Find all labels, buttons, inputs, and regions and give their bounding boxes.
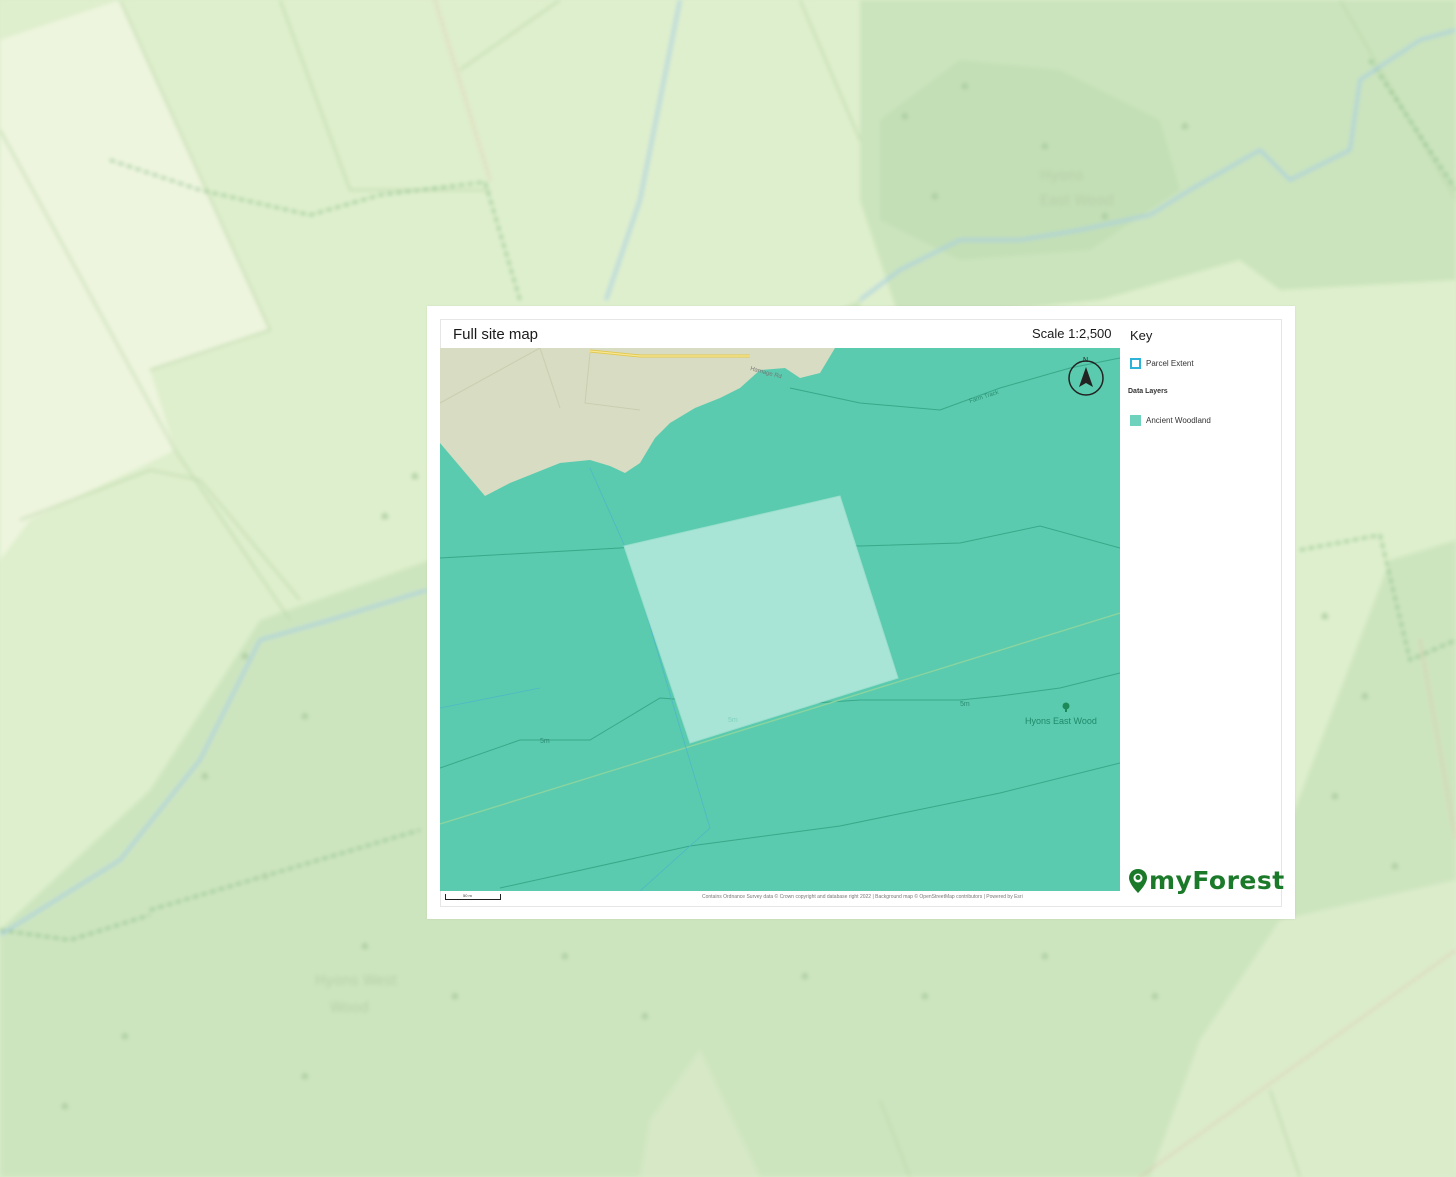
brand-name: myForest xyxy=(1149,866,1285,895)
svg-text:N: N xyxy=(1083,357,1088,364)
svg-text:♠: ♠ xyxy=(300,710,310,723)
north-arrow-icon: N xyxy=(1068,357,1104,396)
svg-text:♠: ♠ xyxy=(120,1030,130,1043)
svg-text:♠: ♠ xyxy=(1330,790,1340,803)
svg-text:♠: ♠ xyxy=(800,970,810,983)
svg-text:♠: ♠ xyxy=(930,190,940,203)
svg-text:♠: ♠ xyxy=(60,1100,70,1113)
svg-text:♠: ♠ xyxy=(300,1070,310,1083)
svg-text:♠: ♠ xyxy=(560,950,570,963)
svg-text:♠: ♠ xyxy=(1040,950,1050,963)
svg-text:♠: ♠ xyxy=(920,990,930,1003)
svg-text:♠: ♠ xyxy=(360,940,370,953)
svg-text:♠: ♠ xyxy=(260,870,270,883)
svg-text:♠: ♠ xyxy=(640,1010,650,1023)
svg-text:♠: ♠ xyxy=(200,770,210,783)
svg-text:♠: ♠ xyxy=(240,650,250,663)
svg-text:Wood: Wood xyxy=(330,1000,369,1016)
svg-text:♠: ♠ xyxy=(410,470,420,483)
map-title: Full site map xyxy=(453,326,539,343)
scale-bar xyxy=(445,894,501,900)
parcel-extent-swatch xyxy=(1130,358,1141,369)
location-pin-icon xyxy=(1129,869,1147,893)
svg-text:♠: ♠ xyxy=(1100,210,1110,223)
contour-label: 5m xyxy=(540,738,550,745)
svg-text:♠: ♠ xyxy=(1360,690,1370,703)
svg-text:♠: ♠ xyxy=(1180,120,1190,133)
key-item-label: Parcel Extent xyxy=(1146,359,1194,368)
svg-text:♠: ♠ xyxy=(900,110,910,123)
myforest-logo: myForest xyxy=(1128,866,1284,896)
svg-text:♠: ♠ xyxy=(450,990,460,1003)
scale-label: Scale 1:2,500 xyxy=(1032,326,1112,341)
svg-text:♠: ♠ xyxy=(960,80,970,93)
contour-label: 5m xyxy=(960,701,970,708)
svg-text:♠: ♠ xyxy=(1040,140,1050,153)
svg-text:East Wood: East Wood xyxy=(1040,193,1114,209)
map-attribution: Contains Ordnance Survey data © Crown co… xyxy=(702,894,1023,900)
svg-text:♠: ♠ xyxy=(1320,610,1330,623)
svg-text:♠: ♠ xyxy=(1150,990,1160,1003)
svg-text:♠: ♠ xyxy=(1390,860,1400,873)
site-map-frame[interactable]: Harnage Rd Farm Track 5m 5m 5m Hyons Eas… xyxy=(440,348,1120,891)
scale-bar-label: 50 m xyxy=(463,893,472,898)
key-title: Key xyxy=(1130,328,1153,343)
place-label: Hyons East Wood xyxy=(1025,716,1097,726)
key-section-label: Data Layers xyxy=(1128,388,1168,395)
svg-text:Hyons: Hyons xyxy=(1040,168,1084,184)
contour-label: 5m xyxy=(728,717,738,724)
svg-text:♠: ♠ xyxy=(380,510,390,523)
svg-text:Hyons West: Hyons West xyxy=(315,973,398,989)
site-map-sheet: Full site map Scale 1:2,500 Harnage Rd F… xyxy=(427,306,1295,919)
ancient-woodland-swatch xyxy=(1130,415,1141,426)
map-key: Key Parcel Extent Data Layers Ancient Wo… xyxy=(1128,326,1278,886)
key-item-label: Ancient Woodland xyxy=(1146,416,1211,425)
